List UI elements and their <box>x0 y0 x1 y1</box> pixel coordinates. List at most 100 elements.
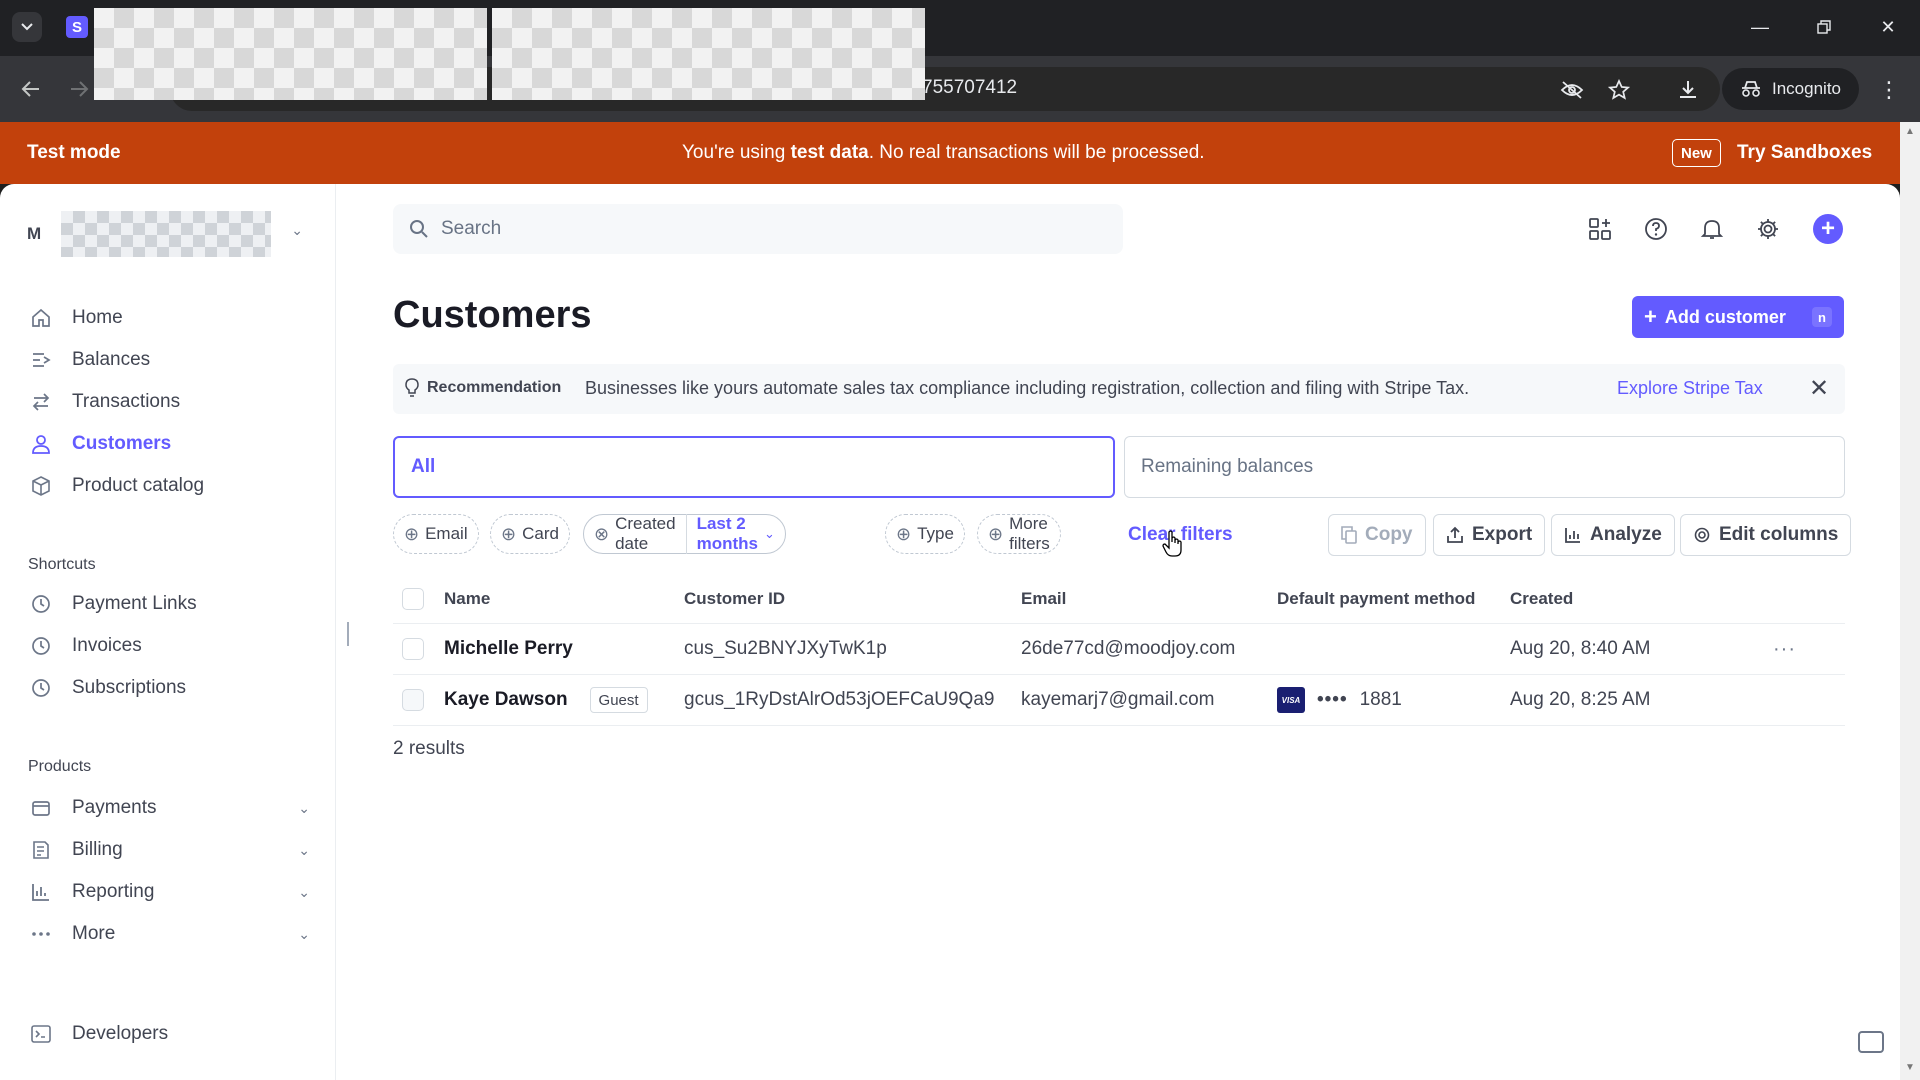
bar-chart-icon <box>1565 528 1580 543</box>
remove-filter-icon[interactable]: ⊗ <box>594 524 609 545</box>
restore-button[interactable] <box>1804 10 1844 44</box>
column-header-created[interactable]: Created <box>1510 574 1573 623</box>
filter-label: Created date <box>615 514 676 553</box>
explore-stripe-tax-link[interactable]: Explore Stripe Tax <box>1617 378 1763 399</box>
more-filters-button[interactable]: ⊕ More filters <box>977 514 1061 554</box>
page-scrollbar[interactable]: ▲ ▼ <box>1900 122 1920 1080</box>
column-header-email[interactable]: Email <box>1021 574 1066 623</box>
add-customer-button[interactable]: + Add customer n <box>1632 296 1844 338</box>
more-icon <box>30 923 72 945</box>
scroll-down-icon[interactable]: ▼ <box>1904 1062 1916 1074</box>
tab-all[interactable]: All <box>393 436 1115 498</box>
card-filter[interactable]: ⊕ Card <box>490 514 570 554</box>
account-switcher[interactable]: M ⌄ <box>27 208 303 260</box>
copy-button[interactable]: Copy <box>1328 514 1426 556</box>
customer-name[interactable]: Kaye Dawson <box>444 689 568 711</box>
plus-circle-icon: ⊕ <box>896 523 912 544</box>
sidebar-item-home[interactable]: Home <box>30 300 310 336</box>
minimize-button[interactable]: — <box>1740 10 1780 44</box>
row-actions-menu-icon[interactable]: ··· <box>1773 624 1796 674</box>
test-mode-message: You're using test data. No real transact… <box>682 142 1205 164</box>
results-count: 2 results <box>393 738 465 759</box>
sidebar-item-customers[interactable]: Customers <box>30 426 310 462</box>
created-date: Aug 20, 8:40 AM <box>1510 638 1651 659</box>
arrow-left-icon <box>21 81 39 97</box>
forward-button[interactable] <box>64 74 94 104</box>
sidebar-item-more[interactable]: More ⌄ <box>30 916 310 952</box>
card-mask: •••• <box>1317 689 1348 710</box>
create-new-button[interactable]: + <box>1813 214 1843 244</box>
plus-circle-icon: ⊕ <box>988 523 1004 544</box>
table-row[interactable]: Michelle Perry cus_Su2BNYJXyTwK1p 26de77… <box>393 624 1845 675</box>
tab-favicon[interactable]: S <box>66 16 88 38</box>
sidebar-resize-handle[interactable] <box>347 622 349 646</box>
sidebar-item-label: Transactions <box>72 391 181 412</box>
export-button[interactable]: Export <box>1433 514 1546 556</box>
account-initial: M <box>27 224 42 243</box>
sidebar-item-invoices[interactable]: Invoices <box>30 628 310 664</box>
try-sandboxes-link[interactable]: Try Sandboxes <box>1737 142 1872 164</box>
bookmark-star-icon[interactable] <box>1605 76 1633 104</box>
column-header-name[interactable]: Name <box>444 574 490 623</box>
sidebar: M ⌄ Home Balances Transactions Customers… <box>0 184 336 1080</box>
sidebar-item-developers[interactable]: Developers <box>30 1016 310 1052</box>
email-filter[interactable]: ⊕ Email <box>393 514 479 554</box>
sidebar-item-label: Home <box>72 307 123 328</box>
browser-menu-button[interactable]: ⋮ <box>1876 76 1902 104</box>
tab-remaining-balances[interactable]: Remaining balances <box>1124 436 1845 498</box>
close-window-button[interactable]: ✕ <box>1868 10 1908 44</box>
incognito-indicator[interactable]: Incognito <box>1722 68 1859 110</box>
chevron-down-icon: ⌄ <box>298 883 310 900</box>
filter-label: Card <box>522 524 559 543</box>
help-icon[interactable] <box>1641 214 1671 244</box>
plus-icon: + <box>1820 215 1835 242</box>
gear-icon[interactable] <box>1753 214 1783 244</box>
sidebar-item-billing[interactable]: Billing ⌄ <box>30 832 310 868</box>
arrow-right-icon <box>71 81 89 97</box>
new-badge: New <box>1672 139 1721 167</box>
terminal-icon[interactable] <box>1858 1031 1884 1053</box>
customer-name[interactable]: Michelle Perry <box>444 624 573 674</box>
close-icon[interactable]: ✕ <box>1809 374 1829 403</box>
chevron-down-icon: ⌄ <box>298 925 310 942</box>
column-header-payment-method[interactable]: Default payment method <box>1277 574 1475 623</box>
created-date-filter[interactable]: ⊗ Created date Last 2 months ⌄ <box>583 514 786 554</box>
column-header-customer-id[interactable]: Customer ID <box>684 574 785 623</box>
row-checkbox[interactable] <box>402 624 424 674</box>
customer-email: 26de77cd@moodjoy.com <box>1021 638 1236 659</box>
sidebar-item-subscriptions[interactable]: Subscriptions <box>30 670 310 706</box>
transactions-icon <box>30 391 72 413</box>
customer-id: gcus_1RyDstAlrOd53jOEFCaU9Qa9 <box>684 689 995 710</box>
lightbulb-icon <box>405 378 419 403</box>
analyze-button[interactable]: Analyze <box>1551 514 1675 556</box>
sidebar-item-balances[interactable]: Balances <box>30 342 310 378</box>
edit-columns-button[interactable]: Edit columns <box>1680 514 1852 556</box>
clock-icon <box>30 635 72 657</box>
back-button[interactable] <box>16 74 46 104</box>
tab-search-button[interactable] <box>12 12 42 42</box>
type-filter[interactable]: ⊕ Type <box>885 514 965 554</box>
clock-icon <box>30 593 72 615</box>
sidebar-item-transactions[interactable]: Transactions <box>30 384 310 420</box>
row-checkbox[interactable] <box>402 675 424 725</box>
search-input[interactable]: Search <box>393 204 1123 254</box>
reporting-icon <box>30 881 72 903</box>
apps-icon[interactable] <box>1585 214 1615 244</box>
bell-icon[interactable] <box>1697 214 1727 244</box>
sidebar-item-payment-links[interactable]: Payment Links <box>30 586 310 622</box>
table-row[interactable]: Kaye Dawson Guest gcus_1RyDstAlrOd53jOEF… <box>393 675 1845 726</box>
sidebar-item-label: Developers <box>72 1023 169 1044</box>
scroll-up-icon[interactable]: ▲ <box>1904 126 1916 138</box>
plus-circle-icon: ⊕ <box>404 523 420 544</box>
download-icon[interactable] <box>1674 76 1702 104</box>
sidebar-item-product-catalog[interactable]: Product catalog <box>30 468 310 504</box>
sidebar-item-reporting[interactable]: Reporting ⌄ <box>30 874 310 910</box>
select-all-checkbox[interactable] <box>402 574 424 623</box>
sidebar-item-payments[interactable]: Payments ⌄ <box>30 790 310 826</box>
eye-off-icon[interactable] <box>1558 76 1586 104</box>
card-last4: 1881 <box>1359 689 1402 710</box>
home-icon <box>30 307 72 329</box>
filter-label: Type <box>917 524 954 543</box>
terminal-icon <box>30 1023 72 1045</box>
sidebar-item-label: Customers <box>72 433 172 454</box>
